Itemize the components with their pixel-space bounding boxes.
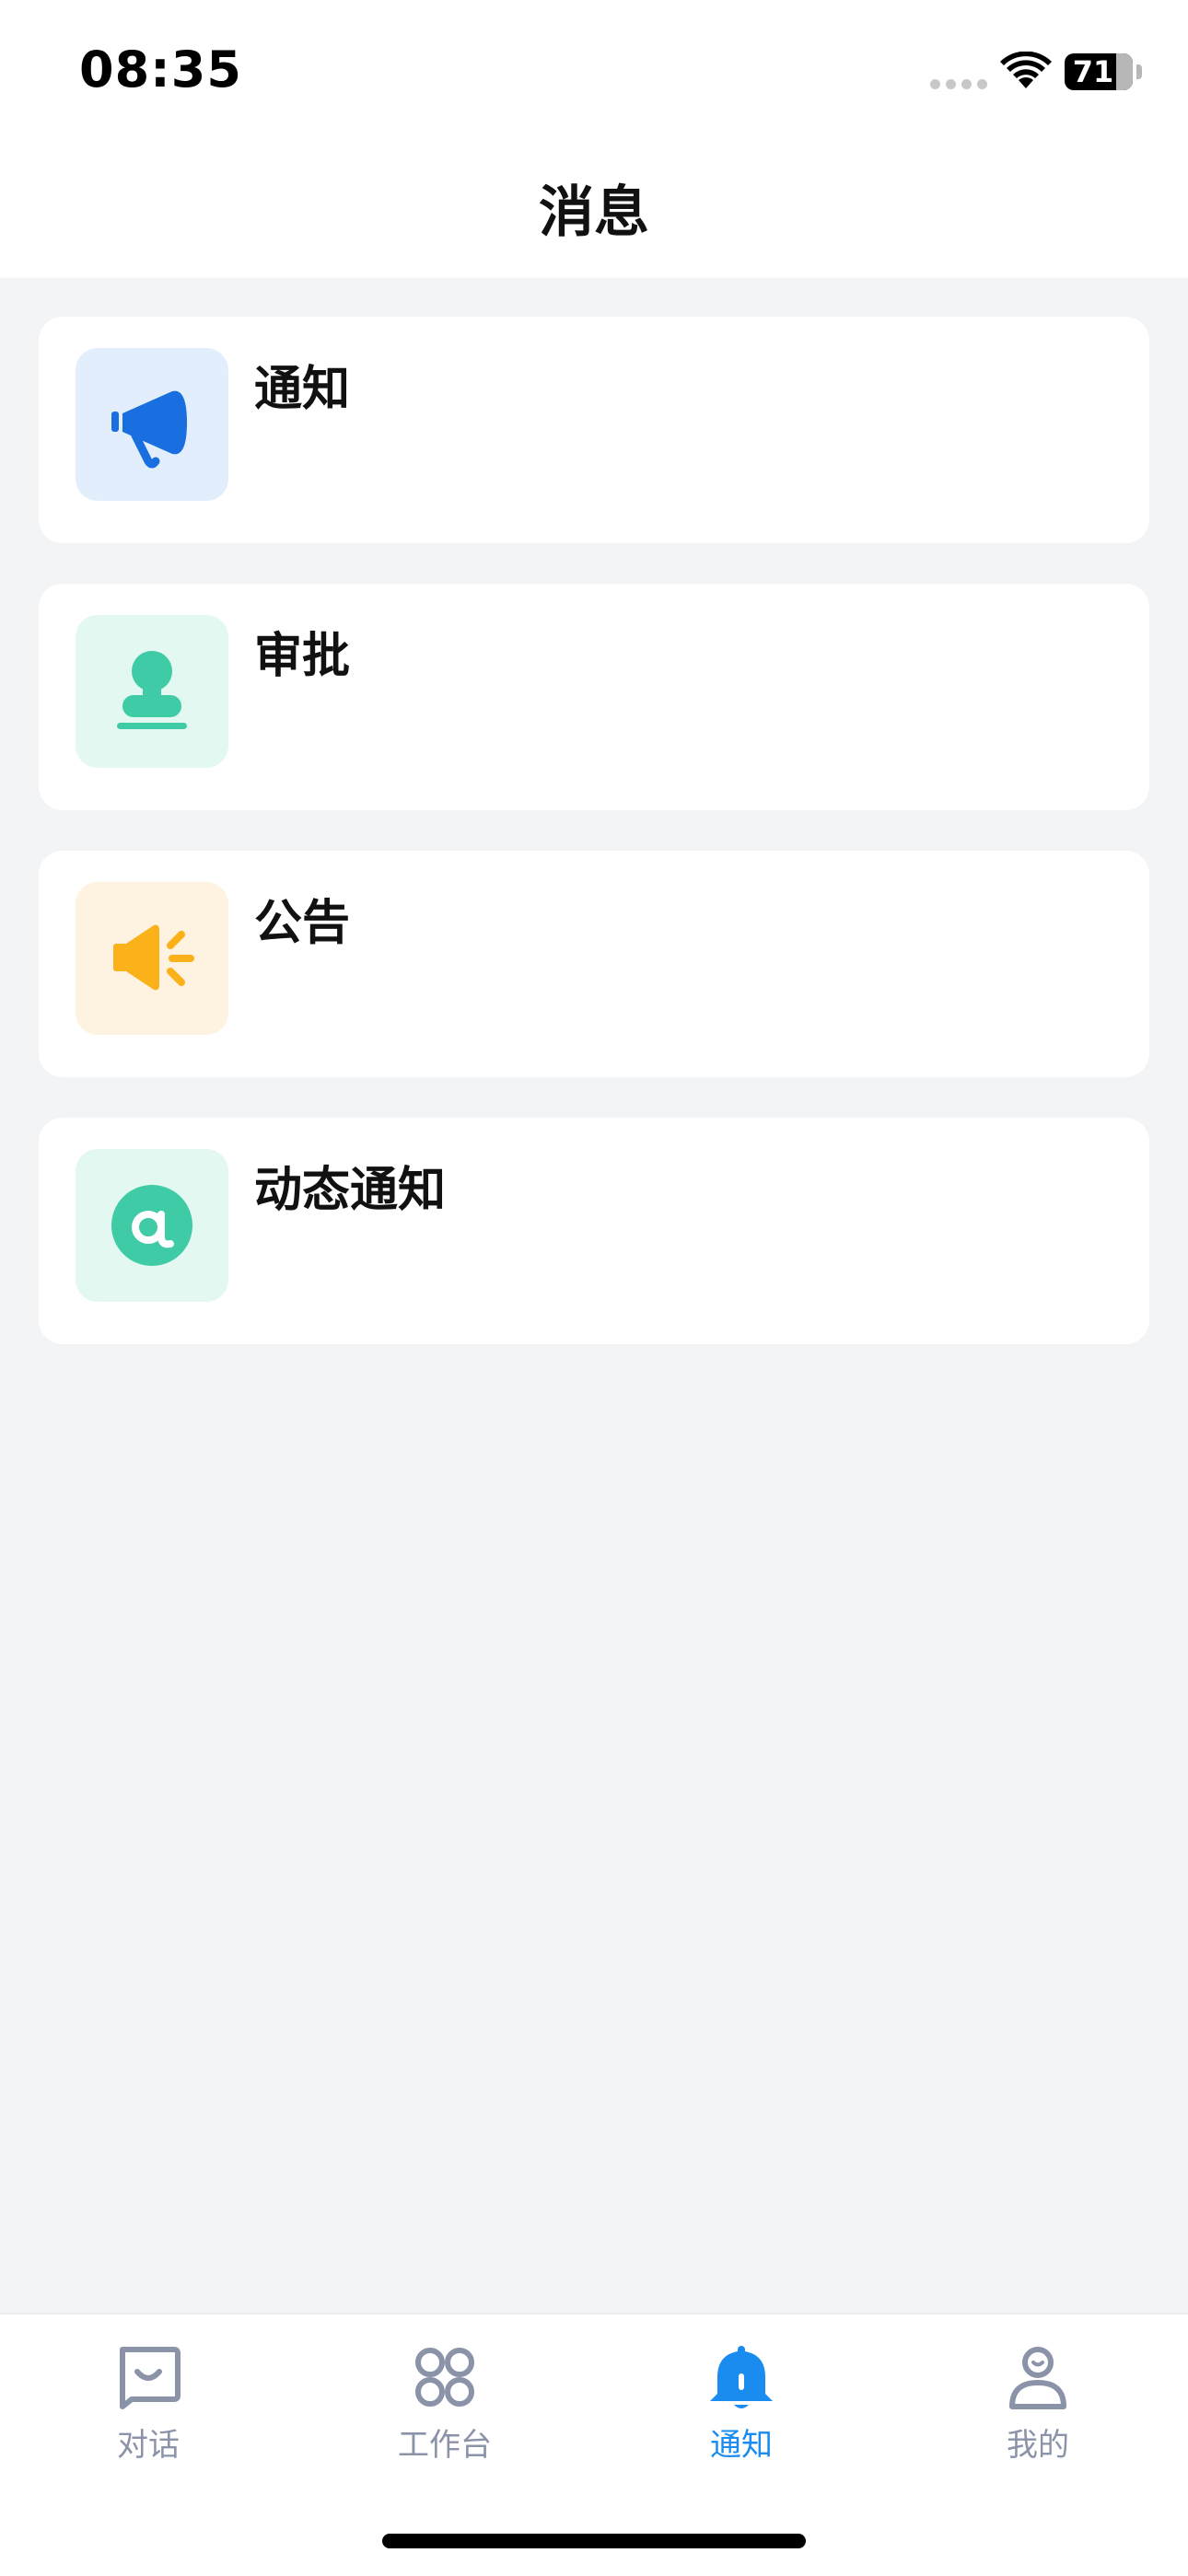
message-item-announcement[interactable]: 公告 [39,851,1149,1077]
stamp-icon [76,615,228,768]
wifi-icon [1000,52,1052,88]
at-icon [76,1149,228,1302]
tab-workbench[interactable]: 工作台 [353,2342,537,2465]
item-label: 动态通知 [254,1163,447,1218]
item-label: 公告 [254,896,351,951]
tab-label: 工作台 [398,2427,492,2464]
cellular-signal-icon [930,79,987,89]
page-title: 消息 [539,180,649,245]
tab-chat[interactable]: 对话 [56,2342,240,2465]
battery-icon: 71 [1065,53,1133,90]
chat-icon [120,2347,181,2409]
speaker-icon [76,882,228,1035]
bell-icon [710,2346,773,2408]
tab-notifications[interactable]: 通知 [649,2342,833,2465]
message-item-dynamic[interactable]: 动态通知 [39,1118,1149,1344]
battery-level: 71 [1072,54,1114,89]
tab-profile[interactable]: 我的 [946,2342,1130,2465]
user-icon [1009,2347,1066,2409]
tab-label: 对话 [117,2427,180,2464]
battery-nub [1136,64,1142,79]
item-label: 审批 [254,629,351,684]
tab-label: 我的 [1007,2427,1069,2464]
megaphone-icon [76,348,228,501]
grid-icon [415,2348,474,2407]
item-label: 通知 [254,362,351,417]
message-item-approval[interactable]: 审批 [39,584,1149,810]
message-item-notification[interactable]: 通知 [39,317,1149,543]
home-indicator [382,2534,806,2548]
status-time: 08:35 [79,41,242,99]
top-bar: 08:35 71 消息 [0,0,1188,278]
tab-label: 通知 [710,2427,773,2464]
